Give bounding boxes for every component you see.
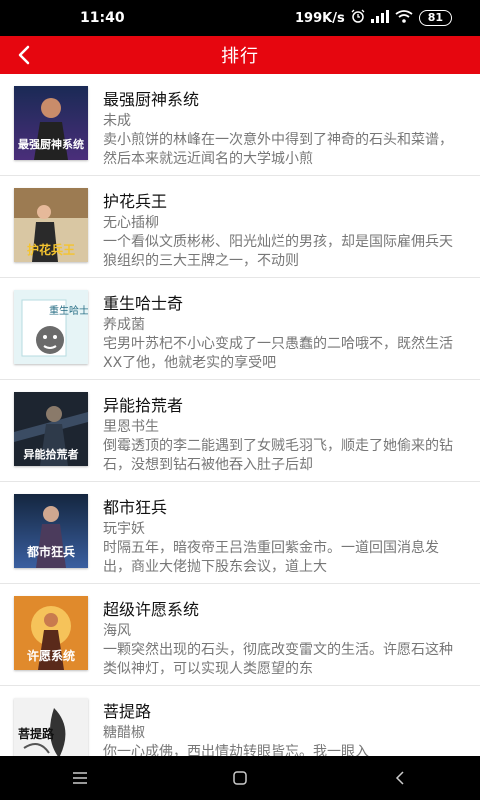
- home-button[interactable]: [220, 756, 260, 800]
- network-speed: 199K/s: [294, 10, 345, 26]
- book-cover: 异能拾荒者: [14, 392, 88, 466]
- book-description: 卖小煎饼的林峰在一次意外中得到了神奇的石头和菜谱，然后本来就远近闻名的大学城小煎: [103, 132, 453, 167]
- book-author: 玩宇妖: [103, 521, 145, 537]
- ranking-list[interactable]: 最强厨神系统 最强厨神系统 未成 卖小煎饼的林峰在一次意外中得到了神奇的石头和菜…: [0, 74, 480, 756]
- book-title: 超级许愿系统: [103, 600, 200, 619]
- book-title: 异能拾荒者: [103, 396, 184, 415]
- menu-button[interactable]: [60, 756, 100, 800]
- back-button[interactable]: [8, 36, 40, 74]
- book-author: 未成: [103, 113, 131, 129]
- signal-icon: [370, 9, 389, 27]
- status-icons: 199K/s 81: [295, 9, 452, 27]
- book-description: 一个看似文质彬彬、阳光灿烂的男孩，却是国际雇佣兵天狼组织的三大王牌之一，不动则: [103, 234, 453, 269]
- list-item[interactable]: 重生哈士奇 重生哈士奇 养成菌 宅男叶苏杞不小心变成了一只愚蠢的二哈哦不，既然生…: [0, 278, 480, 380]
- book-title: 都市狂兵: [103, 498, 168, 517]
- book-description: 你一心成佛，西出情劫转眼皆忘。我一眼入: [103, 744, 369, 756]
- book-cover: 都市狂兵: [14, 494, 88, 568]
- list-item[interactable]: 最强厨神系统 最强厨神系统 未成 卖小煎饼的林峰在一次意外中得到了神奇的石头和菜…: [0, 74, 480, 176]
- status-time: 11:40: [80, 10, 125, 26]
- nav-back-button[interactable]: [380, 756, 420, 800]
- back-icon: [395, 771, 404, 785]
- book-cover: 护花兵王: [14, 188, 88, 262]
- cover-title: 最强厨神系统: [18, 137, 84, 151]
- book-cover: 最强厨神系统: [14, 86, 88, 160]
- book-description: 一颗突然出现的石头，彻底改变雷文的生活。许愿石这种类似神灯，可以实现人类愿望的东: [103, 642, 453, 677]
- book-cover: 重生哈士奇: [14, 290, 88, 364]
- back-chevron-icon: [18, 45, 30, 65]
- menu-icon: [73, 772, 87, 784]
- page-title: 排行: [221, 46, 259, 67]
- book-description: 倒霉透顶的李二能遇到了女贼毛羽飞，顺走了她偷来的钻石，没想到钻石被他吞入肚子后却: [103, 438, 453, 473]
- alarm-icon: [351, 9, 365, 27]
- book-description: 时隔五年，暗夜帝王吕浩重回紫金市。一道回国消息发出，商业大佬抛下股东会议，道上大: [103, 540, 439, 575]
- book-author: 养成菌: [103, 317, 145, 333]
- home-icon: [233, 771, 247, 785]
- book-author: 糖醋椒: [103, 725, 145, 741]
- book-title: 菩提路: [103, 702, 152, 721]
- status-bar: 11:40 199K/s 81: [0, 0, 480, 36]
- cover-title: 许愿系统: [27, 648, 75, 663]
- book-author: 无心插柳: [103, 215, 159, 231]
- book-title: 护花兵王: [103, 192, 168, 211]
- book-author: 里恩书生: [103, 419, 159, 435]
- app-header: 排行: [0, 36, 480, 74]
- list-item[interactable]: 许愿系统 超级许愿系统 海风 一颗突然出现的石头，彻底改变雷文的生活。许愿石这种…: [0, 584, 480, 686]
- cover-title: 异能拾荒者: [24, 447, 79, 461]
- list-item[interactable]: 异能拾荒者 异能拾荒者 里恩书生 倒霉透顶的李二能遇到了女贼毛羽飞，顺走了她偷来…: [0, 380, 480, 482]
- book-title: 最强厨神系统: [103, 90, 200, 109]
- book-cover: 许愿系统: [14, 596, 88, 670]
- system-nav-bar: [0, 756, 480, 800]
- cover-title: 护花兵王: [27, 242, 75, 257]
- list-item[interactable]: 菩提路 菩提路 糖醋椒 你一心成佛，西出情劫转眼皆忘。我一眼入: [0, 686, 480, 756]
- list-item[interactable]: 护花兵王 护花兵王 无心插柳 一个看似文质彬彬、阳光灿烂的男孩，却是国际雇佣兵天…: [0, 176, 480, 278]
- book-title: 重生哈士奇: [103, 294, 184, 313]
- cover-title: 重生哈士奇: [49, 304, 88, 317]
- battery-icon: 81: [418, 10, 452, 26]
- book-cover: 菩提路: [14, 698, 88, 756]
- wifi-icon: [395, 9, 413, 27]
- cover-title: 菩提路: [18, 726, 55, 741]
- list-item[interactable]: 都市狂兵 都市狂兵 玩宇妖 时隔五年，暗夜帝王吕浩重回紫金市。一道回国消息发出，…: [0, 482, 480, 584]
- book-description: 宅男叶苏杞不小心变成了一只愚蠢的二哈哦不，既然生活XX了他，他就老实的享受吧: [103, 336, 453, 371]
- book-author: 海风: [103, 623, 131, 639]
- cover-title: 都市狂兵: [26, 544, 75, 559]
